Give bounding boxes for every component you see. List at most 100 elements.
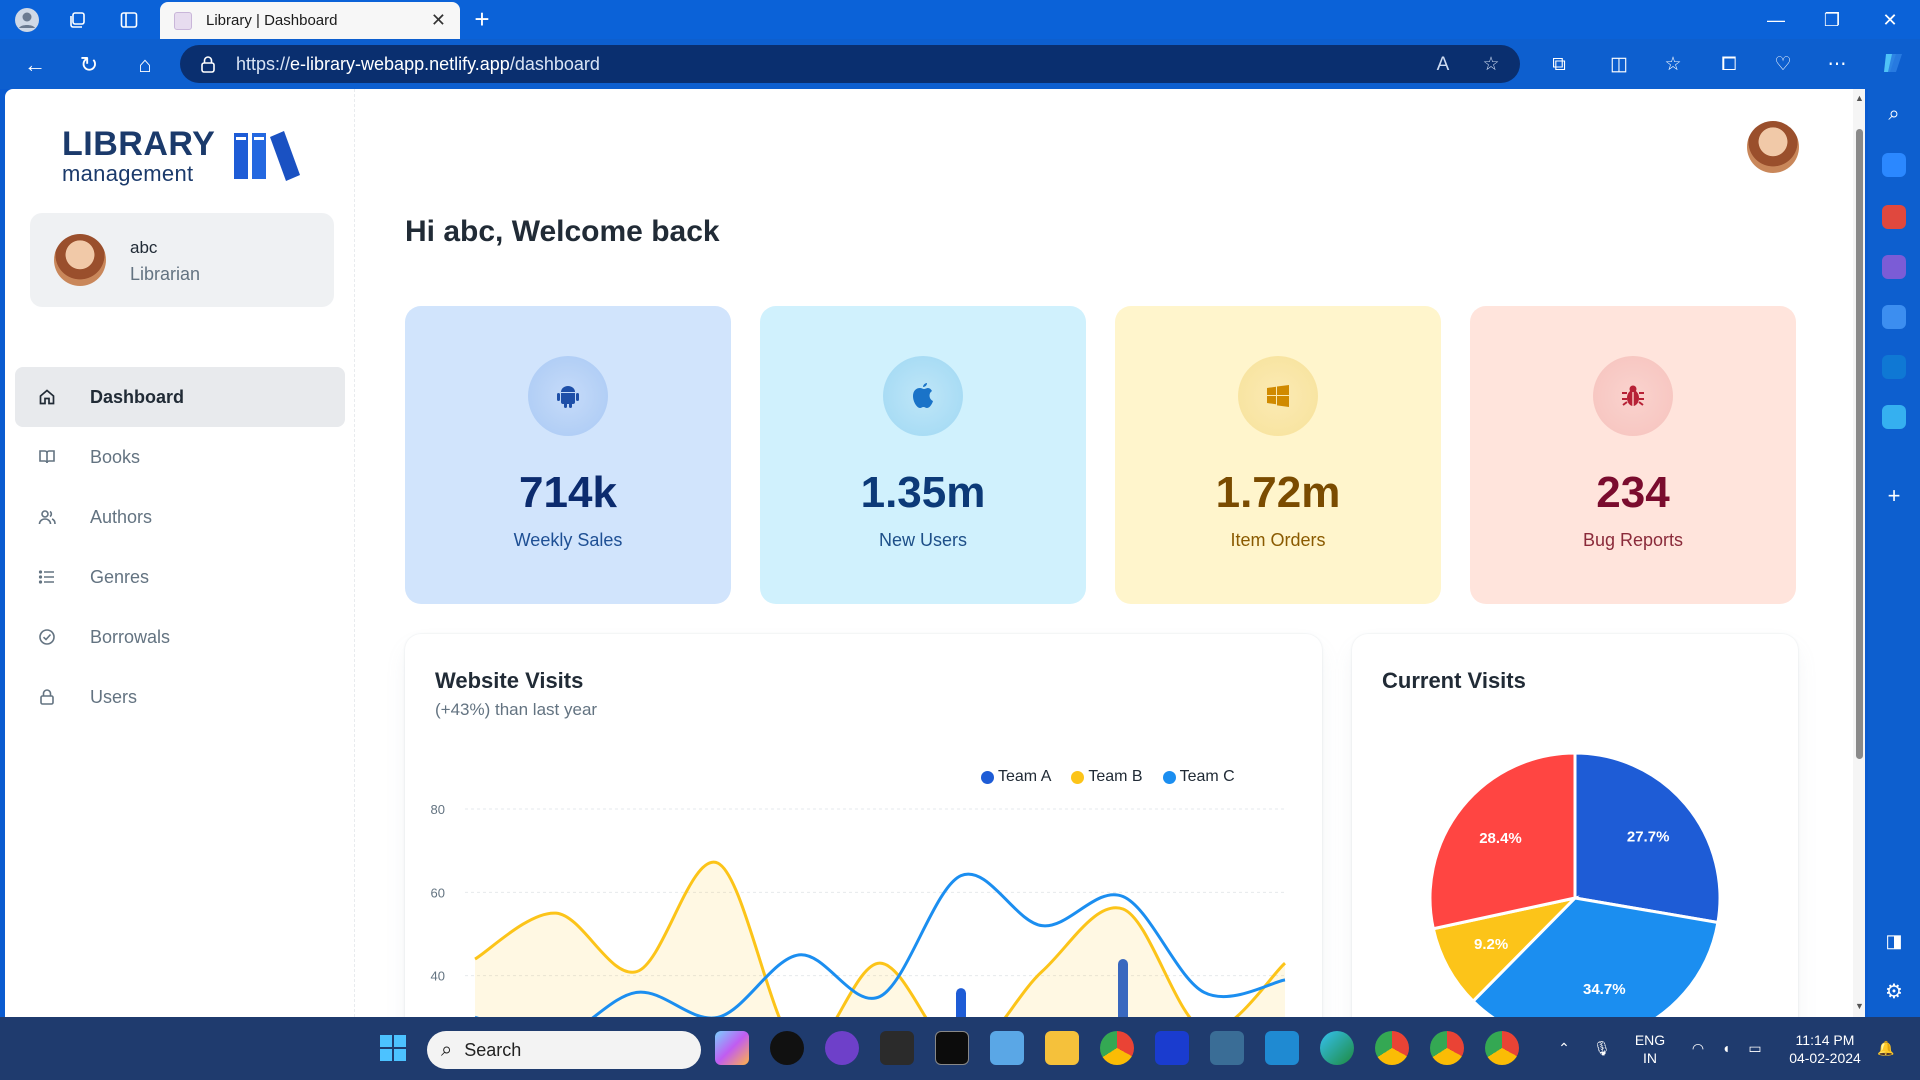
split-screen-icon[interactable]: ◫ [1604, 50, 1634, 80]
wifi-icon[interactable]: ◠ [1688, 1039, 1708, 1057]
scroll-up-icon[interactable]: ▲ [1855, 93, 1864, 103]
add-sidebar-app-icon[interactable]: + [1882, 483, 1906, 508]
restore-icon[interactable]: ❐ [1812, 6, 1852, 34]
header-avatar[interactable] [1747, 121, 1799, 173]
games-icon[interactable] [1882, 255, 1906, 279]
bar-team-a [956, 988, 966, 1017]
stat-label: Bug Reports [1582, 530, 1684, 550]
microphone-icon[interactable]: 🎙 [1592, 1039, 1612, 1057]
chrome-app-icon[interactable] [1100, 1031, 1134, 1065]
clock[interactable]: 11:14 PM 04-02-2024 [1778, 1031, 1872, 1067]
sidebar-item-authors[interactable]: Authors [15, 487, 345, 547]
more-menu-icon[interactable]: ⋯ [1822, 50, 1852, 80]
taskbar-search[interactable]: ⌕ Search [427, 1031, 701, 1069]
read-aloud-icon[interactable]: A [1432, 54, 1454, 76]
app-sidebar: LIBRARY management abc Librarian Dashboa… [5, 89, 355, 1017]
tab-close-icon[interactable]: ✕ [431, 10, 446, 31]
new-tab-icon[interactable]: + [468, 6, 496, 34]
chrome-profile-1-icon[interactable] [1375, 1031, 1409, 1065]
tab-favicon-icon [174, 11, 192, 30]
sidebar-item-genres[interactable]: Genres [15, 547, 345, 607]
copilot-icon[interactable] [1878, 50, 1908, 80]
stat-value: 714k [519, 468, 617, 517]
stat-label: Item Orders [1230, 530, 1326, 550]
sidebar-nav: Dashboard Books Authors Genres Borrowals… [15, 367, 345, 727]
home-icon[interactable]: ⌂ [130, 50, 160, 80]
language-indicator[interactable]: ENG IN [1630, 1031, 1670, 1067]
favorites-icon[interactable]: ☆ [1658, 50, 1688, 80]
stat-value: 234 [1596, 468, 1670, 517]
check-circle-icon [37, 627, 57, 647]
url-host: e-library-webapp.netlify.app [290, 53, 510, 74]
browser-tab-active[interactable]: Library | Dashboard ✕ [160, 2, 460, 39]
sidebar-item-dashboard[interactable]: Dashboard [15, 367, 345, 427]
l-app-icon[interactable] [1155, 1031, 1189, 1065]
logo-text-management: management [62, 161, 194, 186]
settings-app-icon[interactable] [770, 1031, 804, 1065]
vscode-app-icon[interactable] [1265, 1031, 1299, 1065]
stat-label: Weekly Sales [513, 530, 623, 550]
refresh-icon[interactable]: ↻ [74, 50, 104, 80]
volume-icon[interactable]: ◖ [1716, 1039, 1736, 1057]
address-bar[interactable]: https://e-library-webapp.netlify.app/das… [180, 45, 1520, 83]
windows-start-icon[interactable] [376, 1031, 410, 1065]
account-card[interactable]: abc Librarian [30, 213, 334, 307]
scroll-thumb[interactable] [1856, 129, 1863, 759]
search-icon[interactable]: ⌕ [1882, 103, 1906, 127]
sidebar-item-label: Dashboard [90, 386, 185, 407]
show-hidden-icons-icon[interactable]: ⌃ [1554, 1039, 1574, 1057]
scroll-down-icon[interactable]: ▼ [1855, 1001, 1864, 1011]
sidebar-item-label: Authors [90, 506, 153, 527]
command-prompt-icon[interactable] [935, 1031, 969, 1065]
drop-icon[interactable] [1882, 405, 1906, 429]
sidebar-item-books[interactable]: Books [15, 427, 345, 487]
area-team-b [475, 862, 1285, 1017]
profile-icon[interactable] [14, 7, 40, 33]
windows-taskbar: ⌕ Search ⌃ 🎙 ENG IN ◠ ◖ ▭ 11:14 PM 04-02… [0, 1017, 1920, 1080]
mysql-workbench-icon[interactable] [1210, 1031, 1244, 1065]
tools-icon[interactable] [1882, 205, 1906, 229]
chrome-profile-3-icon[interactable] [1485, 1031, 1519, 1065]
back-icon[interactable]: ← [20, 50, 50, 80]
lock-icon[interactable] [200, 55, 216, 73]
page-title: Hi abc, Welcome back [405, 215, 720, 248]
pie-slice-label: 27.7% [1627, 828, 1670, 845]
copilot-app-icon[interactable] [715, 1031, 749, 1065]
microsoft-365-icon[interactable] [1882, 305, 1906, 329]
extensions-icon[interactable]: ⧉ [1544, 50, 1574, 80]
sidebar-item-label: Books [90, 446, 141, 467]
browser-essentials-icon[interactable]: ♡ [1768, 50, 1798, 80]
favorite-star-icon[interactable]: ☆ [1480, 54, 1502, 76]
y-tick-label: 40 [431, 969, 445, 984]
android-icon [528, 356, 608, 436]
collections-icon[interactable]: ⧠ [1714, 50, 1744, 80]
close-window-icon[interactable]: ✕ [1870, 6, 1910, 34]
list-icon [37, 567, 57, 587]
page-scrollbar[interactable]: ▲ ▼ [1853, 89, 1865, 1017]
chrome-profile-2-icon[interactable] [1430, 1031, 1464, 1065]
pie-slice-label: 9.2% [1474, 936, 1508, 953]
outlook-icon[interactable] [1882, 355, 1906, 379]
notifications-bell-icon[interactable]: 🔔 [1876, 1039, 1896, 1057]
hide-sidebar-icon[interactable]: ◨ [1882, 931, 1906, 955]
pie-slice-label: 28.4% [1479, 830, 1522, 847]
file-explorer-icon[interactable] [1045, 1031, 1079, 1065]
edge-app-icon[interactable] [1320, 1031, 1354, 1065]
tab-title: Library | Dashboard [206, 12, 338, 29]
library-logo[interactable]: LIBRARY management [62, 125, 302, 186]
browser-toolbar: ← ↻ ⌂ https://e-library-webapp.netlify.a… [0, 39, 1920, 89]
notepad-app-icon[interactable] [990, 1031, 1024, 1065]
tab-actions-icon[interactable] [116, 7, 142, 33]
url-path: /dashboard [509, 53, 600, 74]
github-app-icon[interactable] [825, 1031, 859, 1065]
battery-icon[interactable]: ▭ [1744, 1039, 1766, 1057]
minimize-icon[interactable]: — [1756, 6, 1796, 34]
workspaces-icon[interactable] [64, 7, 90, 33]
y-tick-label: 60 [431, 885, 445, 900]
terminal-app-icon[interactable] [880, 1031, 914, 1065]
sidebar-settings-icon[interactable]: ⚙ [1882, 979, 1906, 1003]
y-tick-label: 80 [431, 802, 445, 817]
sidebar-item-users[interactable]: Users [15, 667, 345, 727]
shopping-tag-icon[interactable] [1882, 153, 1906, 177]
sidebar-item-borrowals[interactable]: Borrowals [15, 607, 345, 667]
